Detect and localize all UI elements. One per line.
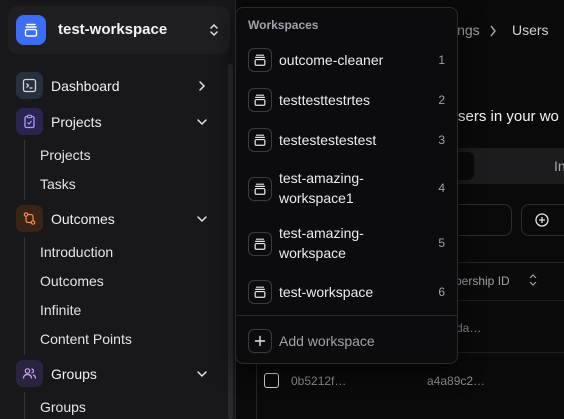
users-icon (16, 360, 43, 387)
workspace-shortcut: 6 (438, 285, 445, 299)
workspace-item[interactable]: testtesttestrtes 2 (240, 86, 453, 114)
workspace-logo-icon (16, 15, 46, 45)
chevron-right-icon (199, 81, 206, 91)
workspace-item-label: test-amazing-workspace1 (279, 170, 364, 206)
sidebar-subitem-introduction[interactable]: Introduction (40, 244, 113, 260)
workspace-shortcut: 2 (438, 93, 445, 107)
sidebar-subitem-outcomes[interactable]: Outcomes (40, 273, 104, 289)
app-window: ings Users sers in your wo In bership ID… (0, 0, 564, 419)
sidebar-subitem-projects[interactable]: Projects (40, 147, 91, 163)
clipboard-icon (16, 108, 43, 135)
sidebar-subitem-groups[interactable]: Groups (40, 399, 86, 415)
chevron-down-icon (197, 371, 207, 378)
chevron-down-icon (197, 119, 207, 126)
sidebar-item-groups[interactable]: Groups (14, 359, 224, 389)
workspace-name: test-workspace (58, 21, 168, 38)
dropdown-title: Workspaces (248, 18, 319, 32)
sidebar-subitem-content-points[interactable]: Content Points (40, 331, 132, 347)
chevron-down-icon (197, 216, 207, 223)
workspace-item[interactable]: test-workspace 6 (240, 278, 453, 306)
dropdown-divider (236, 315, 457, 316)
workspace-item-label: test-amazing-workspace (279, 225, 364, 261)
sidebar-item-projects[interactable]: Projects (14, 107, 224, 137)
workspace-item-label: testtesttestrtes (279, 92, 371, 108)
plus-circle-icon (535, 213, 549, 227)
tree-line (24, 237, 25, 355)
sidebar-item-label: Groups (51, 366, 97, 382)
workspace-icon (248, 177, 272, 201)
sidebar-item-outcomes[interactable]: Outcomes (14, 204, 224, 234)
workspace-shortcut: 3 (438, 133, 445, 147)
sidebar-item-label: Projects (51, 114, 102, 130)
breadcrumb-users[interactable]: Users (512, 22, 549, 38)
sidebar-subitem-tasks[interactable]: Tasks (40, 176, 76, 192)
plus-icon (248, 329, 272, 353)
add-workspace-button[interactable]: Add workspace (240, 327, 453, 355)
workspace-icon (248, 232, 272, 256)
sidebar-item-dashboard[interactable]: Dashboard (14, 71, 224, 101)
sidebar: test-workspace Dashboard Projects Projec… (0, 0, 236, 419)
git-branch-icon (16, 205, 43, 232)
add-user-button[interactable] (521, 204, 564, 236)
workspace-item[interactable]: outcome-cleaner 1 (240, 46, 453, 74)
breadcrumb-separator-icon (490, 25, 496, 37)
workspace-icon (248, 128, 272, 152)
sidebar-item-label: Dashboard (51, 78, 120, 94)
table-cell-id: 0b5212f… (291, 374, 347, 388)
workspace-icon (248, 280, 272, 304)
sidebar-scrollbar[interactable] (228, 64, 233, 419)
table-cell-membership: a4a89c2… (427, 374, 486, 388)
sort-icon[interactable] (528, 274, 538, 286)
sidebar-item-label: Outcomes (51, 211, 115, 227)
workspace-item-label: test-workspace (279, 284, 374, 300)
add-workspace-label: Add workspace (279, 333, 375, 349)
terminal-icon (16, 72, 43, 99)
workspace-icon (248, 48, 272, 72)
workspace-shortcut: 4 (438, 181, 445, 195)
tab-invitations[interactable]: In (554, 158, 564, 174)
workspace-shortcut: 1 (438, 53, 445, 67)
workspace-dropdown: Workspaces outcome-cleaner 1 testtesttes… (235, 7, 458, 364)
workspace-icon (248, 88, 272, 112)
tree-line (24, 140, 25, 200)
table-cell-membership: da… (456, 321, 482, 335)
workspace-item-label: outcome-cleaner (279, 52, 384, 68)
workspace-item[interactable]: test-amazing-workspace1 4 (240, 168, 453, 210)
workspace-item[interactable]: testestestestest 3 (240, 126, 453, 154)
column-header-membership-id[interactable]: bership ID (455, 274, 510, 288)
chevrons-up-down-icon (210, 23, 218, 37)
row-checkbox[interactable] (264, 373, 279, 388)
workspace-item[interactable]: test-amazing-workspace 5 (240, 223, 453, 265)
sidebar-subitem-infinite[interactable]: Infinite (40, 302, 81, 318)
users-heading: sers in your wo (458, 108, 559, 125)
workspace-item-label: testestestestest (279, 132, 377, 148)
tree-line (24, 392, 25, 419)
workspace-switcher[interactable]: test-workspace (8, 6, 230, 54)
workspace-shortcut: 5 (438, 236, 445, 250)
